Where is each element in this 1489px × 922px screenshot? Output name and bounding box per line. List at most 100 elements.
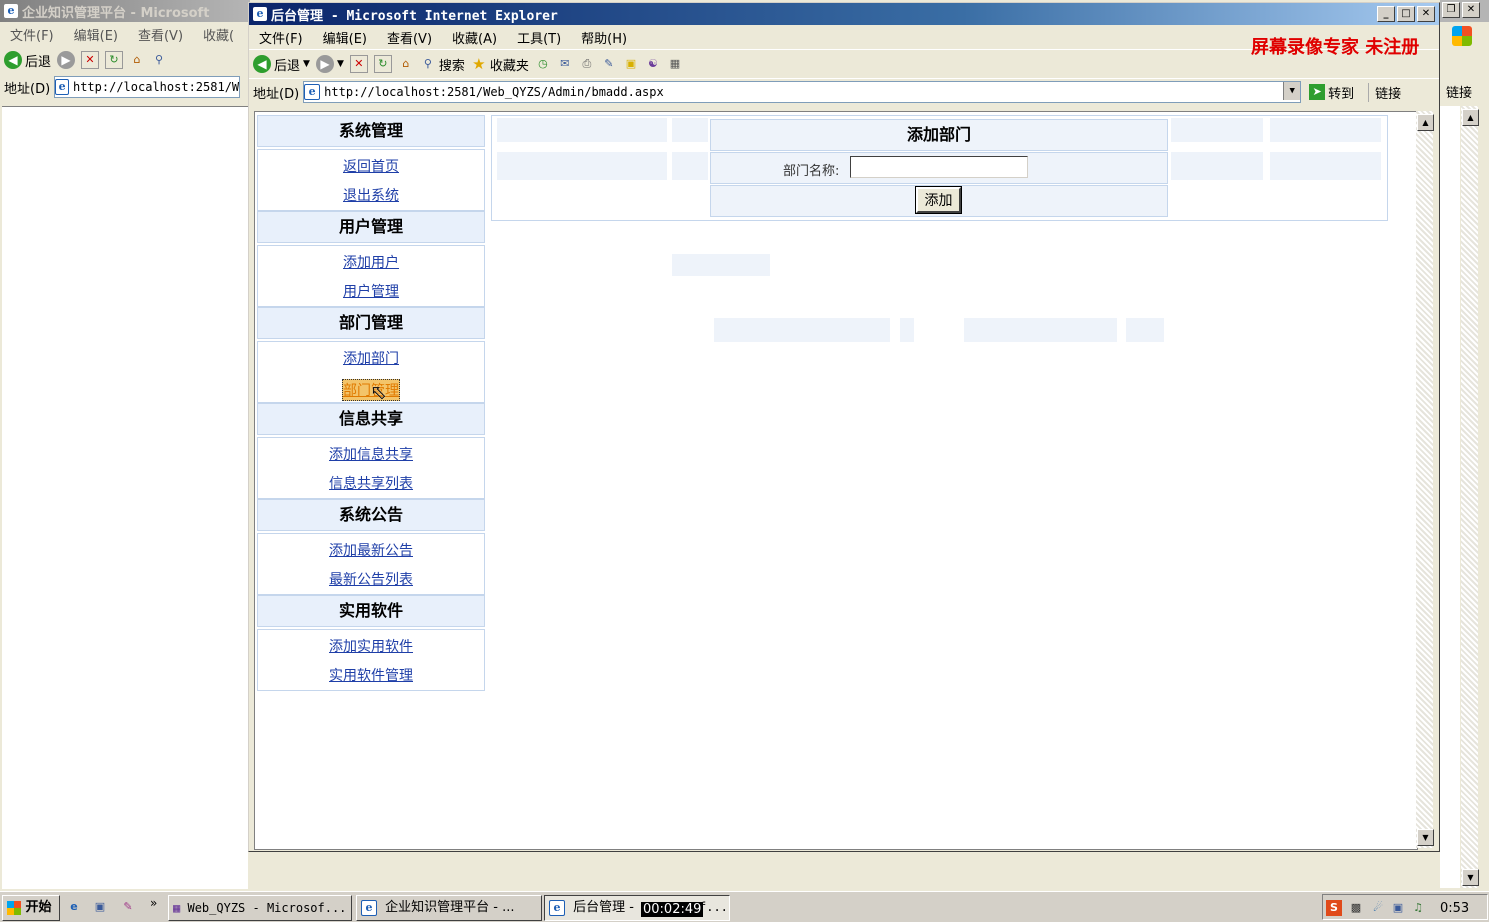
windows-flag-icon: [1452, 26, 1472, 46]
nav-link-info-list[interactable]: 信息共享列表: [258, 473, 484, 493]
back-button[interactable]: ◀ 后退 ▼: [253, 55, 310, 74]
home-icon[interactable]: ⌂: [398, 56, 414, 72]
scroll-up-button[interactable]: ▲: [1417, 114, 1434, 131]
address-dropdown-icon[interactable]: ▼: [1283, 82, 1301, 100]
scroll-down-button[interactable]: ▼: [1417, 829, 1434, 846]
page-icon: e: [55, 79, 69, 95]
add-department-button[interactable]: 添加: [915, 186, 962, 214]
close-button[interactable]: ✕: [1462, 2, 1480, 18]
nav-group-users: 添加用户 用户管理: [257, 245, 485, 307]
display-tray-icon[interactable]: ▣: [1390, 900, 1406, 916]
refresh-icon[interactable]: ↻: [105, 51, 124, 69]
close-button[interactable]: ✕: [1417, 6, 1435, 22]
department-name-input[interactable]: [850, 156, 1028, 178]
bg-cell: [1171, 118, 1263, 142]
search-icon[interactable]: ⚲: [151, 52, 167, 68]
background-menu-edit[interactable]: 编辑(E): [64, 25, 128, 44]
front-window-titlebar[interactable]: e 后台管理 - Microsoft Internet Explorer: [249, 3, 1439, 25]
nav-group-software: 添加实用软件 实用软件管理: [257, 629, 485, 691]
discuss-icon[interactable]: ▣: [623, 56, 639, 72]
menu-favorites[interactable]: 收藏(A): [442, 28, 507, 47]
history-icon[interactable]: ◷: [535, 56, 551, 72]
nav-link-add-department[interactable]: 添加部门: [258, 348, 484, 368]
menu-view[interactable]: 查看(V): [377, 28, 442, 47]
go-button[interactable]: ➤ 转到: [1309, 83, 1354, 102]
nav-link-logout[interactable]: 退出系统: [258, 185, 484, 205]
desktop-quicklaunch-icon[interactable]: ▣: [92, 899, 108, 915]
print-icon[interactable]: ⎙: [579, 56, 595, 72]
media-quicklaunch-icon[interactable]: ✎: [120, 899, 136, 915]
recorder-tray-icon[interactable]: S: [1326, 900, 1342, 916]
refresh-icon[interactable]: ↻: [373, 55, 392, 73]
background-menu-favorites[interactable]: 收藏(: [193, 25, 244, 44]
ie-quicklaunch-icon[interactable]: e: [66, 899, 82, 915]
favorites-label: 收藏夹: [489, 58, 529, 74]
scroll-up-button[interactable]: ▲: [1462, 109, 1479, 126]
task-web-qyzs[interactable]: ▦ Web_QYZS - Microsof...: [168, 895, 352, 921]
vs-icon: ▦: [173, 901, 181, 915]
windows-flag-icon: [7, 900, 21, 915]
nav-link-manage-users[interactable]: 用户管理: [258, 281, 484, 301]
background-browser-window: e 企业知识管理平台 - Microsoft 文件(F) 编辑(E) 查看(V)…: [0, 0, 250, 889]
links-label[interactable]: 链接: [1368, 82, 1401, 102]
stop-icon[interactable]: ✕: [81, 51, 100, 69]
ie-icon: e: [549, 900, 565, 916]
background-back-button[interactable]: ◀ 后退: [4, 51, 51, 70]
nav-link-add-info[interactable]: 添加信息共享: [258, 444, 484, 464]
background-menu-view[interactable]: 查看(V): [128, 25, 193, 44]
network-tray-icon[interactable]: ▩: [1348, 900, 1364, 916]
background-address-input[interactable]: e http://localhost:2581/W: [54, 76, 241, 98]
nav-link-add-announcement[interactable]: 添加最新公告: [258, 540, 484, 560]
forward-arrow-icon[interactable]: ▶: [57, 51, 76, 69]
go-arrow-icon: ➤: [1309, 84, 1326, 100]
right-window-content: [1440, 106, 1460, 888]
nav-link-add-user[interactable]: 添加用户: [258, 252, 484, 272]
menu-edit[interactable]: 编辑(E): [313, 28, 377, 47]
maximize-button[interactable]: □: [1397, 6, 1415, 22]
scroll-down-button[interactable]: ▼: [1462, 869, 1479, 886]
forward-button[interactable]: ▶ ▼: [315, 55, 344, 73]
search-button[interactable]: ⚲ 搜索: [420, 55, 465, 74]
mail-icon[interactable]: ✉: [557, 56, 573, 72]
menu-file[interactable]: 文件(F): [249, 28, 313, 47]
render-artifact: [900, 318, 914, 342]
mouse-cursor-icon: ⬁: [370, 380, 387, 404]
minimize-button[interactable]: _: [1377, 6, 1395, 22]
ie-icon: e: [253, 7, 267, 21]
nav-link-manage-software[interactable]: 实用软件管理: [258, 665, 484, 685]
back-dropdown-icon[interactable]: ▼: [303, 59, 310, 69]
task-knowledge-platform[interactable]: e 企业知识管理平台 - ...: [356, 895, 542, 921]
edit-icon[interactable]: ✎: [601, 56, 617, 72]
background-toolbar: ◀ 后退 ▶ ✕ ↻ ⌂ ⚲: [0, 46, 250, 74]
nav-heading-info-sharing: 信息共享: [257, 403, 485, 435]
favorites-button[interactable]: ★ 收藏夹: [471, 55, 529, 74]
front-window-title: 后台管理 - Microsoft Internet Explorer: [271, 8, 558, 24]
address-input[interactable]: e http://localhost:2581/Web_QYZS/Admin/b…: [303, 81, 1302, 103]
menu-tools[interactable]: 工具(T): [507, 28, 571, 47]
restore-button[interactable]: ❐: [1442, 2, 1460, 18]
stop-icon[interactable]: ✕: [349, 55, 368, 73]
forward-dropdown-icon[interactable]: ▼: [337, 59, 344, 69]
quicklaunch-more-icon[interactable]: »: [150, 896, 157, 910]
task-web-qyzs-label: Web_QYZS - Microsof...: [187, 901, 347, 915]
home-icon[interactable]: ⌂: [129, 52, 145, 68]
render-artifact: [1126, 318, 1164, 342]
right-window-scrollbar[interactable]: [1461, 106, 1478, 888]
right-links-label[interactable]: 链接: [1446, 82, 1472, 101]
research-icon[interactable]: ▦: [667, 56, 683, 72]
nav-link-add-software[interactable]: 添加实用软件: [258, 636, 484, 656]
nav-link-announcement-list[interactable]: 最新公告列表: [258, 569, 484, 589]
background-menu-file[interactable]: 文件(F): [0, 25, 64, 44]
background-content-area: [2, 106, 248, 889]
start-button[interactable]: 开始: [2, 895, 60, 921]
nav-group-departments: 添加部门 部门管理 ⬁: [257, 341, 485, 404]
messenger-icon[interactable]: ☯: [645, 56, 661, 72]
nav-link-home[interactable]: 返回首页: [258, 156, 484, 176]
address-value: http://localhost:2581/Web_QYZS/Admin/bma…: [324, 85, 664, 99]
volume-tray-icon[interactable]: ♫: [1410, 900, 1426, 916]
menu-help[interactable]: 帮助(H): [571, 28, 637, 47]
page-scrollbar[interactable]: [1416, 111, 1433, 848]
background-window-titlebar[interactable]: e 企业知识管理平台 - Microsoft: [0, 0, 250, 22]
bg-cell: [672, 118, 708, 142]
security-tray-icon[interactable]: ☄: [1370, 900, 1386, 916]
